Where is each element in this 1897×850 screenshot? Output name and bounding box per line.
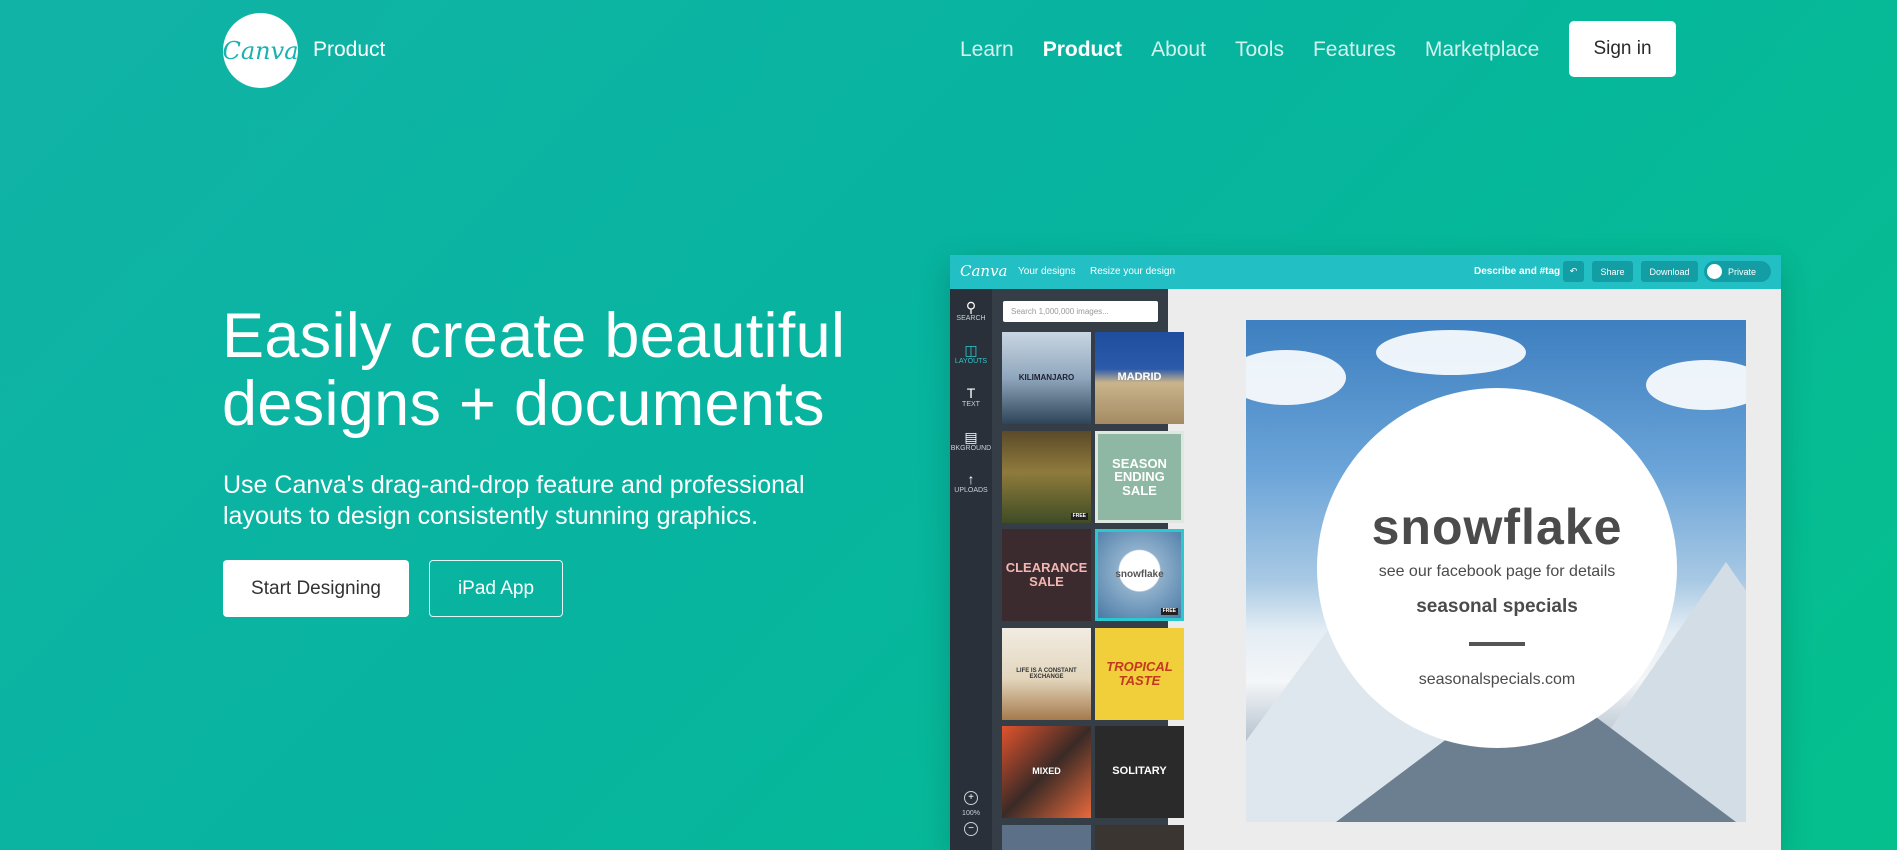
- main-nav: Learn Product About Tools Features Marke…: [960, 38, 1539, 62]
- nav-tools[interactable]: Tools: [1235, 38, 1284, 62]
- resize-design-link[interactable]: Resize your design: [1090, 266, 1175, 277]
- avatar: [1707, 264, 1722, 279]
- image-search-input[interactable]: Search 1,000,000 images...: [1003, 301, 1158, 322]
- design-line2[interactable]: seasonal specials: [1317, 596, 1677, 618]
- cloud-shape: [1646, 360, 1746, 410]
- rail-uploads[interactable]: ↑ UPLOADS: [950, 471, 992, 494]
- upload-icon: ↑: [967, 471, 975, 487]
- design-line1[interactable]: see our facebook page for details: [1317, 563, 1677, 581]
- sign-in-button[interactable]: Sign in: [1569, 21, 1676, 77]
- your-designs-link[interactable]: Your designs: [1018, 266, 1075, 277]
- design-circle[interactable]: snowflake see our facebook page for deta…: [1317, 388, 1677, 748]
- layouts-panel: Search 1,000,000 images... KILIMANJARO M…: [992, 289, 1184, 850]
- rail-layouts[interactable]: ◫ LAYOUTS: [950, 342, 992, 365]
- design-canvas[interactable]: snowflake see our facebook page for deta…: [1246, 320, 1746, 822]
- layout-thumb[interactable]: FREE: [1002, 431, 1091, 523]
- layout-thumb[interactable]: MADRID: [1095, 332, 1184, 424]
- canva-logo[interactable]: Canva: [222, 13, 299, 88]
- hero-subtitle-line1: Use Canva's drag-and-drop feature and pr…: [223, 471, 805, 499]
- zoom-level: 100%: [962, 810, 980, 817]
- privacy-label: Private: [1728, 266, 1757, 277]
- layouts-icon: ◫: [964, 342, 978, 358]
- background-icon: ▤: [964, 429, 978, 445]
- editor-side-rail: ⚲ SEARCH ◫ LAYOUTS T TEXT ▤ BKGROUND ↑ U…: [950, 289, 992, 850]
- hero-title-line2: designs + documents: [222, 369, 825, 439]
- rail-background-label: BKGROUND: [950, 445, 992, 452]
- search-icon: ⚲: [965, 299, 977, 315]
- layout-thumb[interactable]: KILIMANJARO: [1002, 332, 1091, 424]
- editor-preview: Canva Your designs Resize your design De…: [950, 255, 1781, 850]
- hero-title-line1: Easily create beautiful: [222, 301, 846, 371]
- layout-thumb[interactable]: CLEARANCE SALE: [1002, 529, 1091, 621]
- design-line3[interactable]: seasonalspecials.com: [1317, 671, 1677, 689]
- design-divider: [1469, 642, 1525, 646]
- rail-text[interactable]: T TEXT: [950, 385, 992, 408]
- section-title[interactable]: Product: [313, 38, 385, 62]
- download-button[interactable]: Download: [1641, 261, 1698, 282]
- describe-tag-field[interactable]: Describe and #tag: [1474, 266, 1560, 277]
- rail-search-label: SEARCH: [956, 315, 986, 322]
- editor-toolbar: Canva Your designs Resize your design De…: [950, 255, 1781, 289]
- layout-thumb[interactable]: [1095, 825, 1184, 850]
- hero-subtitle: Use Canva's drag-and-drop feature and pr…: [223, 470, 873, 532]
- privacy-toggle[interactable]: Private: [1704, 261, 1771, 282]
- editor-logo: Canva: [960, 262, 1008, 280]
- design-title[interactable]: snowflake: [1317, 498, 1677, 556]
- rail-text-label: TEXT: [962, 401, 980, 408]
- nav-product[interactable]: Product: [1043, 38, 1122, 62]
- layout-thumb[interactable]: MIXED: [1002, 726, 1091, 818]
- layout-thumb[interactable]: [1002, 825, 1091, 850]
- hero-subtitle-line2: layouts to design consistently stunning …: [223, 502, 759, 530]
- text-icon: T: [966, 385, 976, 401]
- undo-icon[interactable]: ↶: [1563, 261, 1584, 282]
- start-designing-button[interactable]: Start Designing: [223, 560, 409, 617]
- rail-uploads-label: UPLOADS: [954, 487, 988, 494]
- nav-learn[interactable]: Learn: [960, 38, 1014, 62]
- nav-marketplace[interactable]: Marketplace: [1425, 38, 1539, 62]
- layout-thumb[interactable]: SEASON ENDING SALE: [1095, 431, 1184, 523]
- layout-thumb[interactable]: LIFE IS A CONSTANT EXCHANGE: [1002, 628, 1091, 720]
- share-button[interactable]: Share: [1592, 261, 1633, 282]
- rail-layouts-label: LAYOUTS: [954, 358, 988, 365]
- zoom-in-icon[interactable]: +: [964, 791, 978, 805]
- rail-background[interactable]: ▤ BKGROUND: [950, 429, 992, 452]
- cloud-shape: [1246, 350, 1346, 405]
- layout-thumb[interactable]: snowflake FREE: [1095, 529, 1184, 621]
- logo-text: Canva: [222, 36, 299, 65]
- layout-thumb[interactable]: SOLITARY: [1095, 726, 1184, 818]
- zoom-controls: + 100% −: [950, 791, 992, 836]
- nav-features[interactable]: Features: [1313, 38, 1396, 62]
- ipad-app-button[interactable]: iPad App: [429, 560, 563, 617]
- layout-thumb[interactable]: TROPICAL TASTE: [1095, 628, 1184, 720]
- nav-about[interactable]: About: [1151, 38, 1206, 62]
- rail-search[interactable]: ⚲ SEARCH: [950, 299, 992, 322]
- hero-title: Easily create beautiful designs + docume…: [222, 302, 882, 438]
- cloud-shape: [1376, 330, 1526, 375]
- zoom-out-icon[interactable]: −: [964, 822, 978, 836]
